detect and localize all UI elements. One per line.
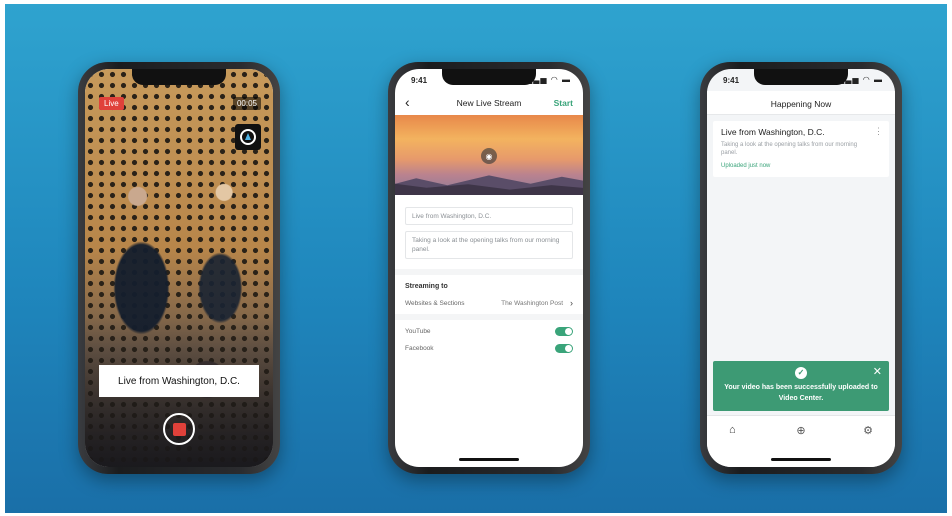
upload-success-toast: ✓ ✕ Your video has been successfully upl…	[713, 361, 889, 411]
toast-message: Your video has been successfully uploade…	[724, 384, 878, 402]
facebook-toggle[interactable]	[555, 344, 573, 353]
phone-new-live-stream: 9:41 ▂▃▅ ◠ ▬ ‹ New Live Stream Start ◉ L…	[388, 62, 590, 474]
add-tab-icon[interactable]: ⊕	[796, 424, 805, 437]
video-card[interactable]: Live from Washington, D.C. Taking a look…	[713, 121, 889, 177]
youtube-row: YouTube	[405, 327, 573, 336]
live-camera-screen: Live 00:05 Live from Washington, D.C.	[85, 69, 273, 467]
home-tab-icon[interactable]: ⌂	[729, 424, 736, 436]
live-badge: Live	[99, 97, 124, 110]
cover-image[interactable]: ◉	[395, 115, 583, 195]
video-card-description: Taking a look at the opening talks from …	[721, 142, 858, 157]
nav-bar: ‹ New Live Stream Start	[395, 91, 583, 115]
phone-notch	[442, 69, 536, 85]
stream-title-card: Live from Washington, D.C.	[99, 365, 259, 397]
websites-label: Websites & Sections	[405, 300, 465, 307]
promo-background: Live 00:05 Live from Washington, D.C. 9:…	[5, 4, 947, 513]
checkmark-icon: ✓	[795, 367, 807, 379]
phone-live-camera: Live 00:05 Live from Washington, D.C.	[78, 62, 280, 474]
section-divider	[395, 314, 583, 320]
more-options-icon[interactable]: ⋮	[874, 126, 883, 137]
home-indicator	[771, 458, 831, 461]
video-card-title: Live from Washington, D.C.	[721, 127, 825, 137]
facebook-label: Facebook	[405, 345, 434, 352]
description-input[interactable]: Taking a look at the opening talks from …	[405, 231, 573, 259]
start-button[interactable]: Start	[554, 98, 573, 108]
status-time: 9:41	[411, 76, 428, 85]
chevron-right-icon: ›	[570, 298, 573, 308]
settings-tab-icon[interactable]: ⚙	[863, 424, 873, 437]
nav-bar: Happening Now	[707, 91, 895, 115]
happening-now-screen: Happening Now 9:41 ▂▃▅ ◠ ▬ Live from Was…	[707, 69, 895, 467]
title-input[interactable]: Live from Washington, D.C.	[405, 207, 573, 225]
youtube-toggle[interactable]	[555, 327, 573, 336]
page-title: Happening Now	[770, 99, 832, 109]
new-live-stream-screen: 9:41 ▂▃▅ ◠ ▬ ‹ New Live Stream Start ◉ L…	[395, 69, 583, 467]
facebook-row: Facebook	[405, 344, 573, 353]
stop-icon	[172, 422, 186, 436]
phone-happening-now: Happening Now 9:41 ▂▃▅ ◠ ▬ Live from Was…	[700, 62, 902, 474]
home-indicator	[459, 458, 519, 461]
youtube-label: YouTube	[405, 328, 431, 335]
section-divider	[395, 269, 583, 275]
stop-recording-button[interactable]	[163, 413, 195, 445]
websites-sections-row[interactable]: Websites & Sections The Washington Post …	[405, 298, 573, 308]
video-card-status: Uploaded just now	[721, 163, 771, 170]
phone-notch	[132, 69, 226, 85]
recording-timer: 00:05	[232, 97, 261, 110]
streaming-to-label: Streaming to	[405, 283, 448, 290]
close-icon[interactable]: ✕	[873, 365, 882, 378]
camera-icon[interactable]: ◉	[481, 148, 497, 164]
status-time: 9:41	[723, 76, 740, 85]
brand-logo-icon	[235, 124, 261, 150]
phone-notch	[754, 69, 848, 85]
websites-value: The Washington Post	[501, 300, 563, 307]
